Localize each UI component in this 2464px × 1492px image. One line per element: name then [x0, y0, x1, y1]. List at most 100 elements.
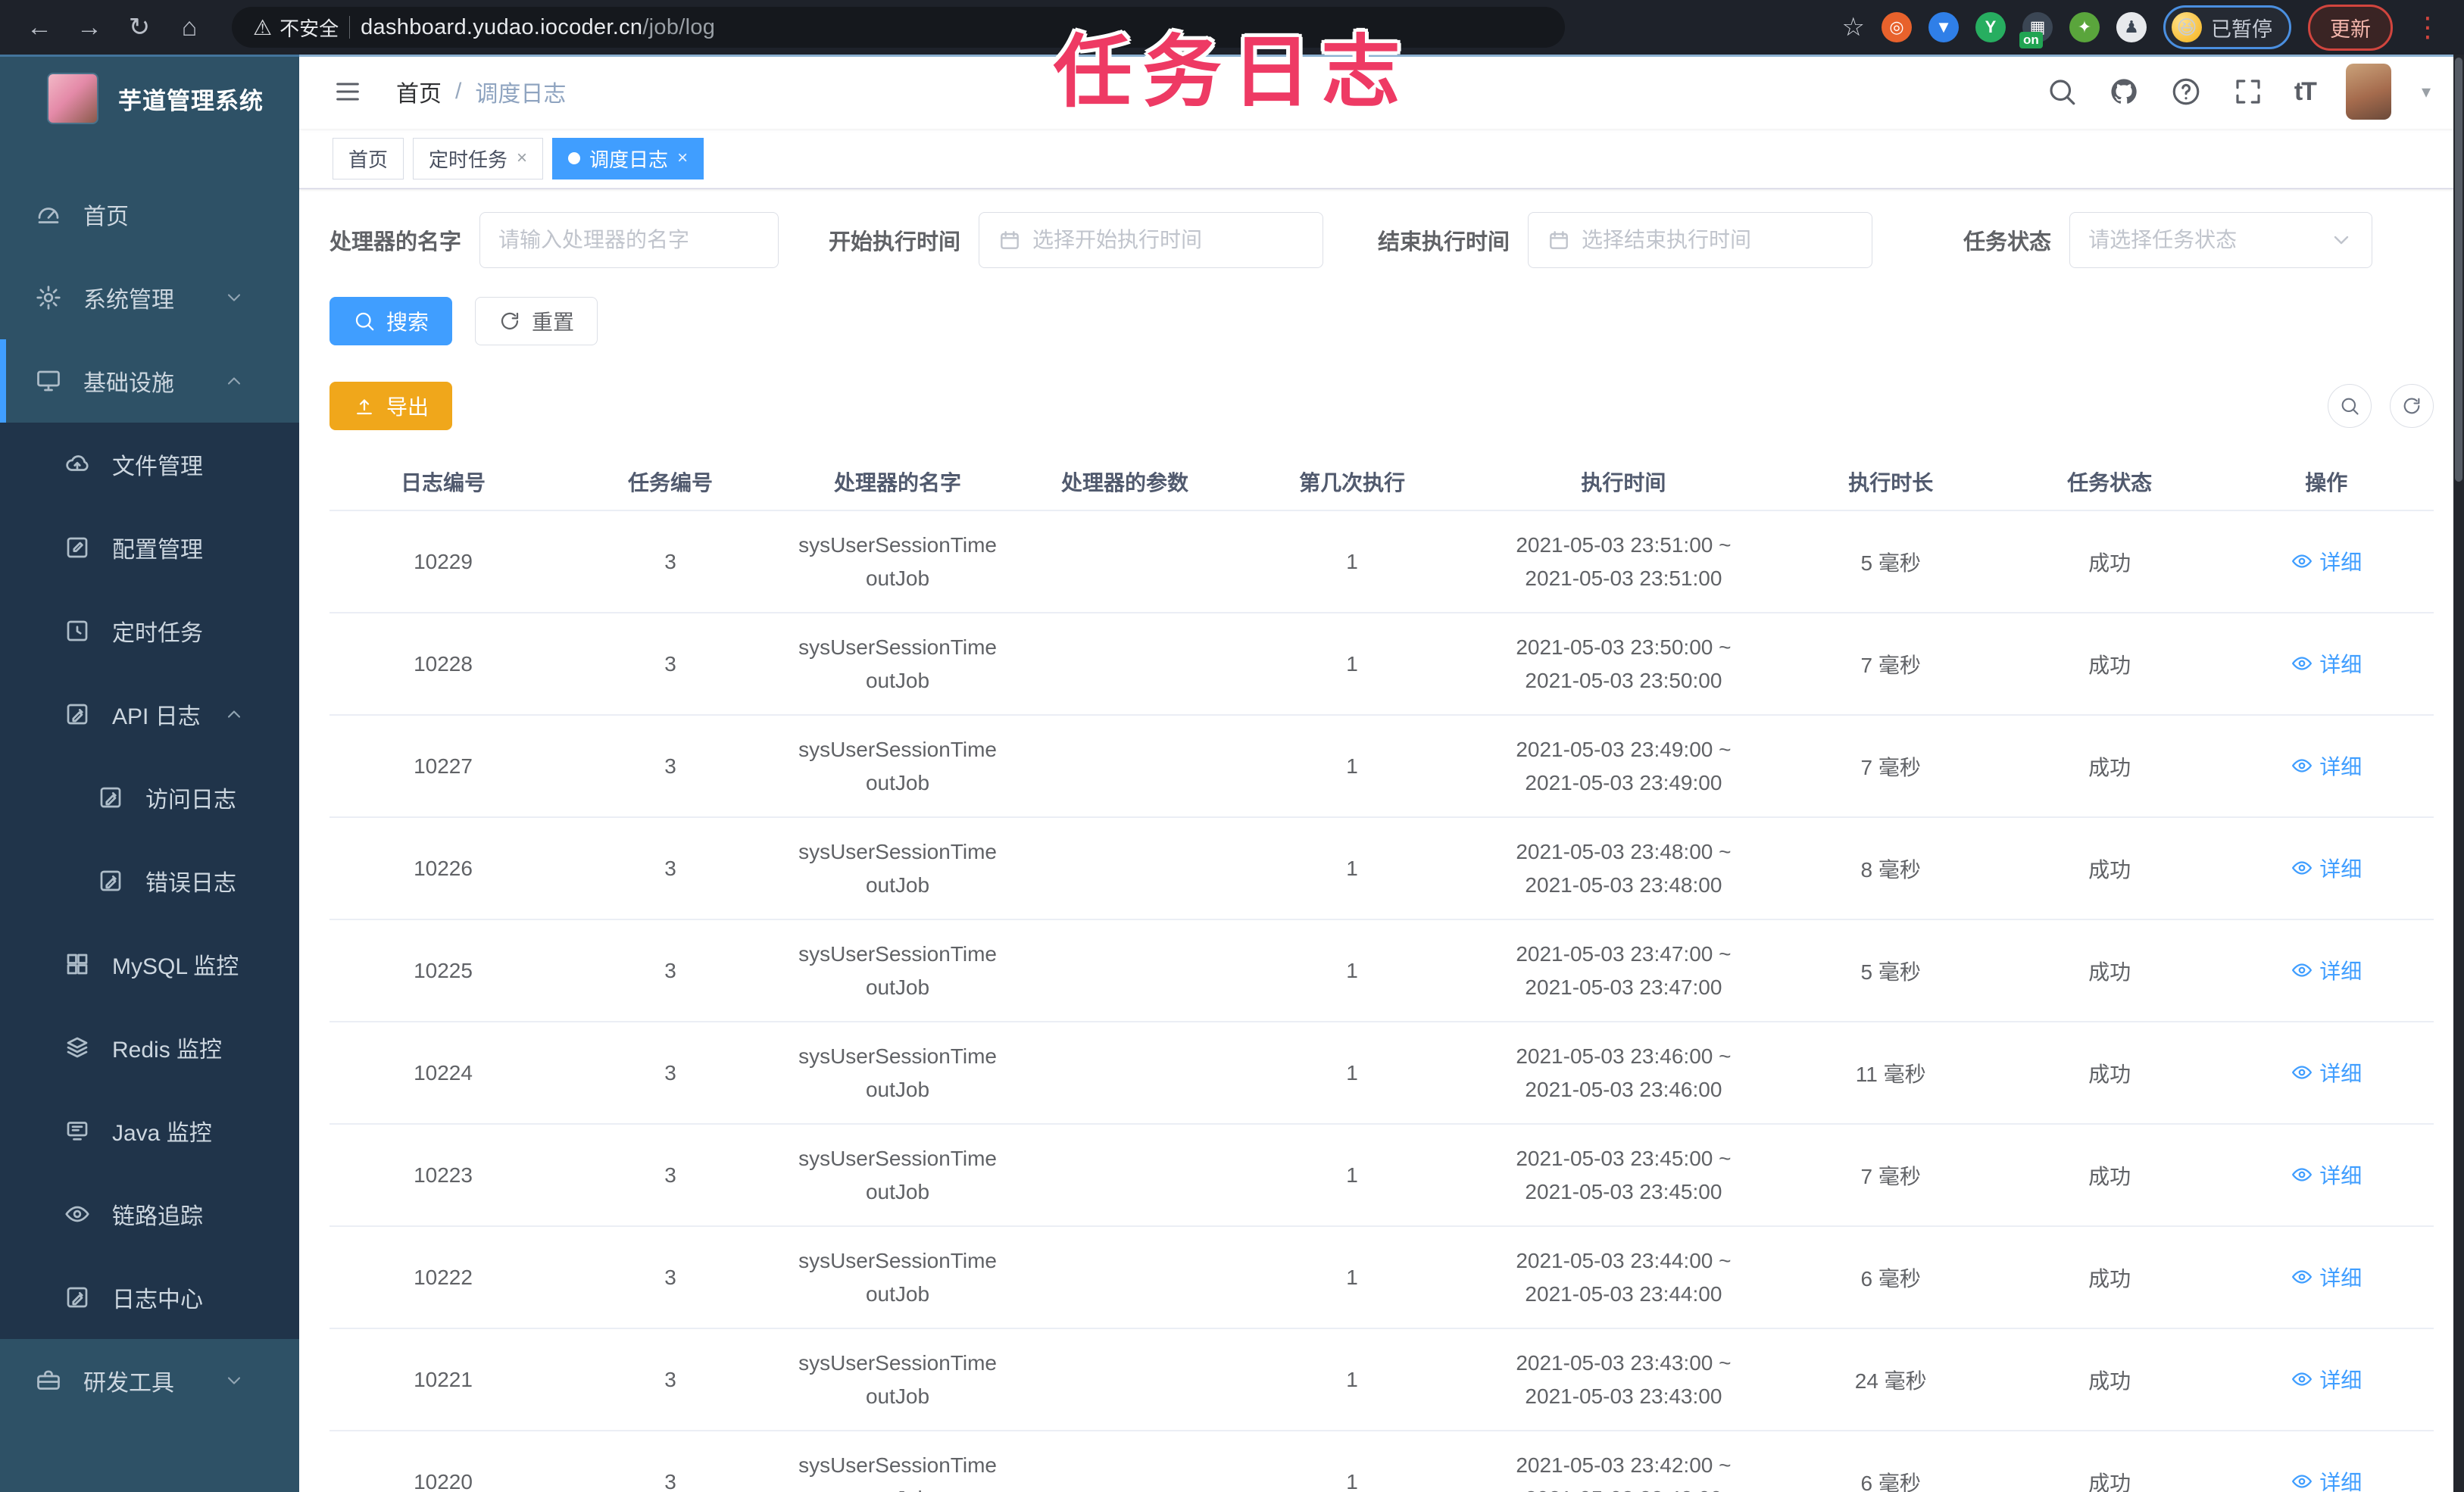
scrollbar-thumb[interactable] — [2455, 58, 2462, 482]
detail-link[interactable]: 详细 — [2291, 751, 2362, 781]
table-row: 10223 3 sysUserSessionTimeoutJob 1 2021-05-0… — [329, 1124, 2434, 1227]
table-row: 10221 3 sysUserSessionTimeoutJob 1 2021-05-0… — [329, 1328, 2434, 1431]
cell-param — [1011, 1124, 1239, 1227]
sidebar-item-首页[interactable]: 首页 — [0, 173, 299, 256]
detail-link[interactable]: 详细 — [2291, 1160, 2362, 1190]
start-time-input[interactable] — [979, 212, 1324, 268]
tag-tab-调度日志[interactable]: 调度日志 × — [552, 137, 704, 179]
profile-paused-button[interactable]: 已暂停 — [2163, 5, 2291, 49]
sidebar-item-定时任务[interactable]: 定时任务 — [0, 589, 299, 673]
cell-duration: 5 毫秒 — [1781, 510, 2000, 613]
toggle-search-button[interactable] — [2328, 384, 2372, 428]
cell-log-id: 10220 — [329, 1431, 557, 1492]
handler-name-input[interactable] — [479, 212, 779, 268]
chevron-down-icon[interactable]: ▾ — [2422, 81, 2431, 103]
sidebar-item-错误日志[interactable]: 错误日志 — [0, 839, 299, 922]
extension-orange-icon[interactable]: ◎ — [1882, 12, 1912, 42]
extension-green-tool-icon[interactable]: ✦ — [2069, 12, 2100, 42]
filter-form: 处理器的名字 开始执行时间 结束执行时间 — [329, 212, 2434, 268]
sidebar-item-java-监控[interactable]: Java 监控 — [0, 1089, 299, 1172]
window-scrollbar[interactable] — [2453, 55, 2464, 1492]
detail-link[interactable]: 详细 — [2291, 1466, 2362, 1492]
refresh-table-button[interactable] — [2390, 384, 2434, 428]
cell-log-id: 10224 — [329, 1022, 557, 1125]
detail-link[interactable]: 详细 — [2291, 546, 2362, 576]
doc-edit-icon — [97, 784, 124, 811]
cell-log-id: 10221 — [329, 1328, 557, 1431]
detail-label: 详细 — [2319, 1163, 2363, 1188]
sidebar-item-mysql-监控[interactable]: MySQL 监控 — [0, 922, 299, 1006]
close-icon[interactable]: × — [517, 148, 527, 169]
browser-menu-icon[interactable]: ⋮ — [2409, 11, 2446, 43]
bookmark-star-icon[interactable]: ☆ — [1842, 12, 1865, 42]
job-status-select[interactable] — [2069, 212, 2373, 268]
sidebar-item-研发工具[interactable]: 研发工具 — [0, 1339, 299, 1422]
security-indicator[interactable]: ⚠ 不安全 — [253, 14, 339, 42]
search-icon[interactable] — [2046, 76, 2078, 108]
search-icon — [353, 310, 376, 332]
sidebar-item-日志中心[interactable]: 日志中心 — [0, 1256, 299, 1339]
handler-name: sysUserSessionTimeoutJob — [798, 1350, 997, 1408]
breadcrumb-home[interactable]: 首页 — [396, 75, 442, 108]
close-icon[interactable]: × — [677, 148, 688, 169]
cell-count: 1 — [1238, 510, 1466, 613]
help-icon[interactable] — [2170, 76, 2202, 108]
detail-link[interactable]: 详细 — [2291, 853, 2362, 883]
reset-button[interactable]: 重置 — [475, 297, 598, 345]
cell-job-id: 3 — [557, 1226, 785, 1329]
sidebar-item-api-日志[interactable]: API 日志 — [0, 673, 299, 756]
eye-icon — [2291, 857, 2313, 879]
cell-time: 2021-05-03 23:50:00 ~ 2021-05-03 23:50:00 — [1466, 613, 1782, 716]
browser-home-icon[interactable]: ⌂ — [168, 6, 211, 48]
sidebar-item-配置管理[interactable]: 配置管理 — [0, 506, 299, 589]
cell-time: 2021-05-03 23:48:00 ~ 2021-05-03 23:48:00 — [1466, 817, 1782, 920]
sidebar-item-系统管理[interactable]: 系统管理 — [0, 256, 299, 339]
extension-green-check-icon[interactable]: Y — [1975, 12, 2006, 42]
cell-actions: 详细 — [2219, 1022, 2434, 1125]
detail-link[interactable]: 详细 — [2291, 1057, 2362, 1088]
cell-time: 2021-05-03 23:46:00 ~ 2021-05-03 23:46:00 — [1466, 1022, 1782, 1125]
sidebar-item-访问日志[interactable]: 访问日志 — [0, 756, 299, 839]
user-avatar[interactable] — [2345, 64, 2391, 120]
hamburger-icon[interactable] — [333, 76, 363, 107]
app-logo — [47, 73, 98, 124]
time-end: 2021-05-03 23:45:00 — [1525, 1179, 1722, 1203]
search-button[interactable]: 搜索 — [329, 297, 453, 345]
sidebar-item-redis-监控[interactable]: Redis 监控 — [0, 1006, 299, 1089]
detail-link[interactable]: 详细 — [2291, 1262, 2362, 1292]
extension-blue-drop-icon[interactable]: ▼ — [1928, 12, 1959, 42]
cell-time: 2021-05-03 23:42:00 ~ 2021-05-03 23:42:00 — [1466, 1431, 1782, 1492]
cell-param — [1011, 715, 1239, 818]
detail-link[interactable]: 详细 — [2291, 1364, 2362, 1394]
github-icon[interactable] — [2108, 76, 2140, 108]
browser-forward-icon[interactable]: → — [68, 6, 111, 48]
time-start: 2021-05-03 23:44:00 ~ — [1516, 1248, 1732, 1272]
browser-back-icon[interactable]: ← — [18, 6, 61, 48]
export-button[interactable]: 导出 — [329, 382, 453, 430]
cell-log-id: 10226 — [329, 817, 557, 920]
sidebar-item-文件管理[interactable]: 文件管理 — [0, 423, 299, 506]
fullscreen-icon[interactable] — [2232, 76, 2264, 108]
extension-grid-icon[interactable]: ▦ on — [2019, 12, 2053, 48]
tab-label: 首页 — [348, 148, 389, 171]
tag-tab-定时任务[interactable]: 定时任务 × — [413, 137, 544, 179]
extension-ghost-icon[interactable]: ♟ — [2116, 12, 2147, 42]
sidebar-item-基础设施[interactable]: 基础设施 — [0, 339, 299, 423]
app-logo-row[interactable]: 芋道管理系统 — [0, 55, 299, 142]
filter-label-end-time: 结束执行时间 — [1378, 230, 1510, 254]
detail-link[interactable]: 详细 — [2291, 648, 2362, 679]
font-size-icon[interactable]: tT — [2294, 77, 2317, 107]
cell-log-id: 10225 — [329, 919, 557, 1022]
browser-reload-icon[interactable]: ↻ — [118, 6, 161, 48]
cell-count: 1 — [1238, 715, 1466, 818]
cell-status: 成功 — [2000, 510, 2219, 613]
sidebar-item-链路追踪[interactable]: 链路追踪 — [0, 1172, 299, 1256]
end-time-input[interactable] — [1528, 212, 1873, 268]
sidebar-submenu: 文件管理 配置管理 定时任务 API 日志 访问日志 错误日志 MySQL 监控 Redis … — [0, 423, 299, 1339]
detail-link[interactable]: 详细 — [2291, 955, 2362, 985]
browser-update-button[interactable]: 更新 — [2308, 4, 2393, 51]
handler-name: sysUserSessionTimeoutJob — [798, 941, 997, 999]
chevron-up-icon — [223, 370, 245, 392]
sidebar: 芋道管理系统 首页 系统管理 基础设施 文件管理 配置管理 定时任务 API 日志 访问日志错… — [0, 55, 299, 1492]
tag-tab-首页[interactable]: 首页 — [333, 137, 404, 179]
